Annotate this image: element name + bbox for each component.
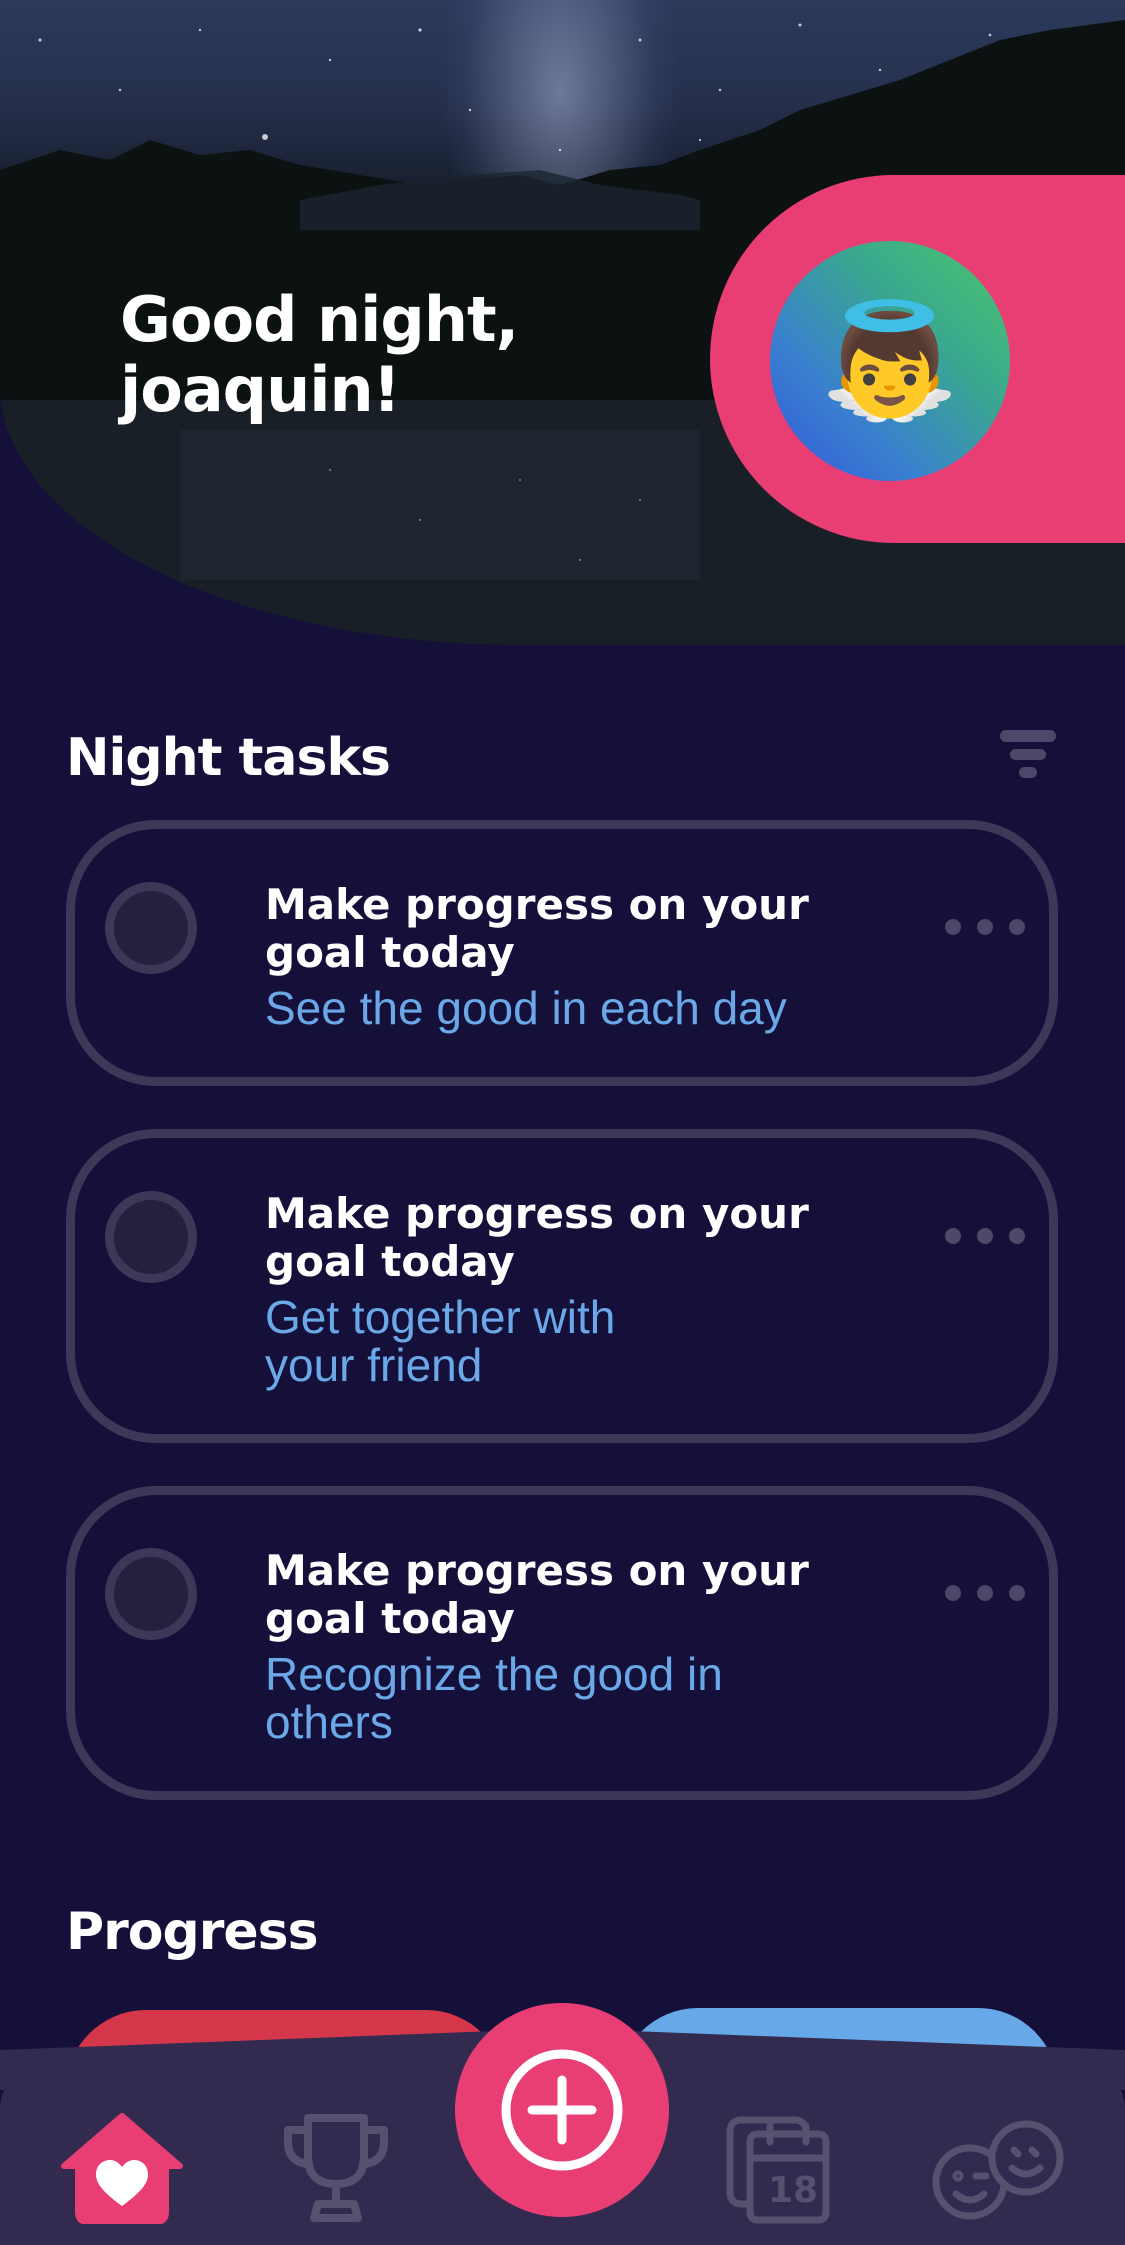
filter-icon[interactable] bbox=[1000, 728, 1060, 784]
more-options-icon[interactable] bbox=[945, 912, 1025, 942]
more-options-icon[interactable] bbox=[945, 1221, 1025, 1251]
task-title: Make progress on your goal today bbox=[265, 1546, 809, 1643]
add-icon bbox=[501, 2049, 623, 2171]
task-subtitle: Get together with your friend bbox=[265, 1291, 616, 1391]
section-title-progress: Progress bbox=[66, 1902, 319, 1962]
task-checkbox[interactable] bbox=[105, 1548, 197, 1640]
home-icon[interactable] bbox=[60, 2112, 184, 2225]
more-options-icon[interactable] bbox=[945, 1578, 1025, 1608]
greeting-heading: Good night, joaquin! bbox=[120, 283, 519, 426]
task-subtitle: Recognize the good in others bbox=[265, 1648, 723, 1748]
angel-baby-icon: 👼 bbox=[820, 298, 960, 423]
task-checkbox[interactable] bbox=[105, 1191, 197, 1283]
task-title: Make progress on your goal today bbox=[265, 1189, 809, 1286]
add-task-button[interactable] bbox=[455, 2003, 669, 2217]
hero-header: Good night, joaquin! 👼 bbox=[0, 0, 1125, 645]
section-title-night-tasks: Night tasks bbox=[66, 728, 391, 788]
calendar-day: 18 bbox=[768, 2170, 819, 2211]
task-checkbox[interactable] bbox=[105, 882, 197, 974]
task-card[interactable]: Make progress on your goal today Get tog… bbox=[66, 1129, 1058, 1443]
task-subtitle: See the good in each day bbox=[265, 982, 787, 1034]
calendar-icon[interactable]: 18 bbox=[722, 2112, 834, 2228]
trophy-icon[interactable] bbox=[280, 2112, 392, 2224]
task-title: Make progress on your goal today bbox=[265, 880, 809, 977]
friends-icon[interactable] bbox=[928, 2118, 1068, 2230]
task-card[interactable]: Make progress on your goal today Recogni… bbox=[66, 1486, 1058, 1800]
task-card[interactable]: Make progress on your goal today See the… bbox=[66, 820, 1058, 1086]
avatar[interactable]: 👼 bbox=[770, 241, 1010, 481]
